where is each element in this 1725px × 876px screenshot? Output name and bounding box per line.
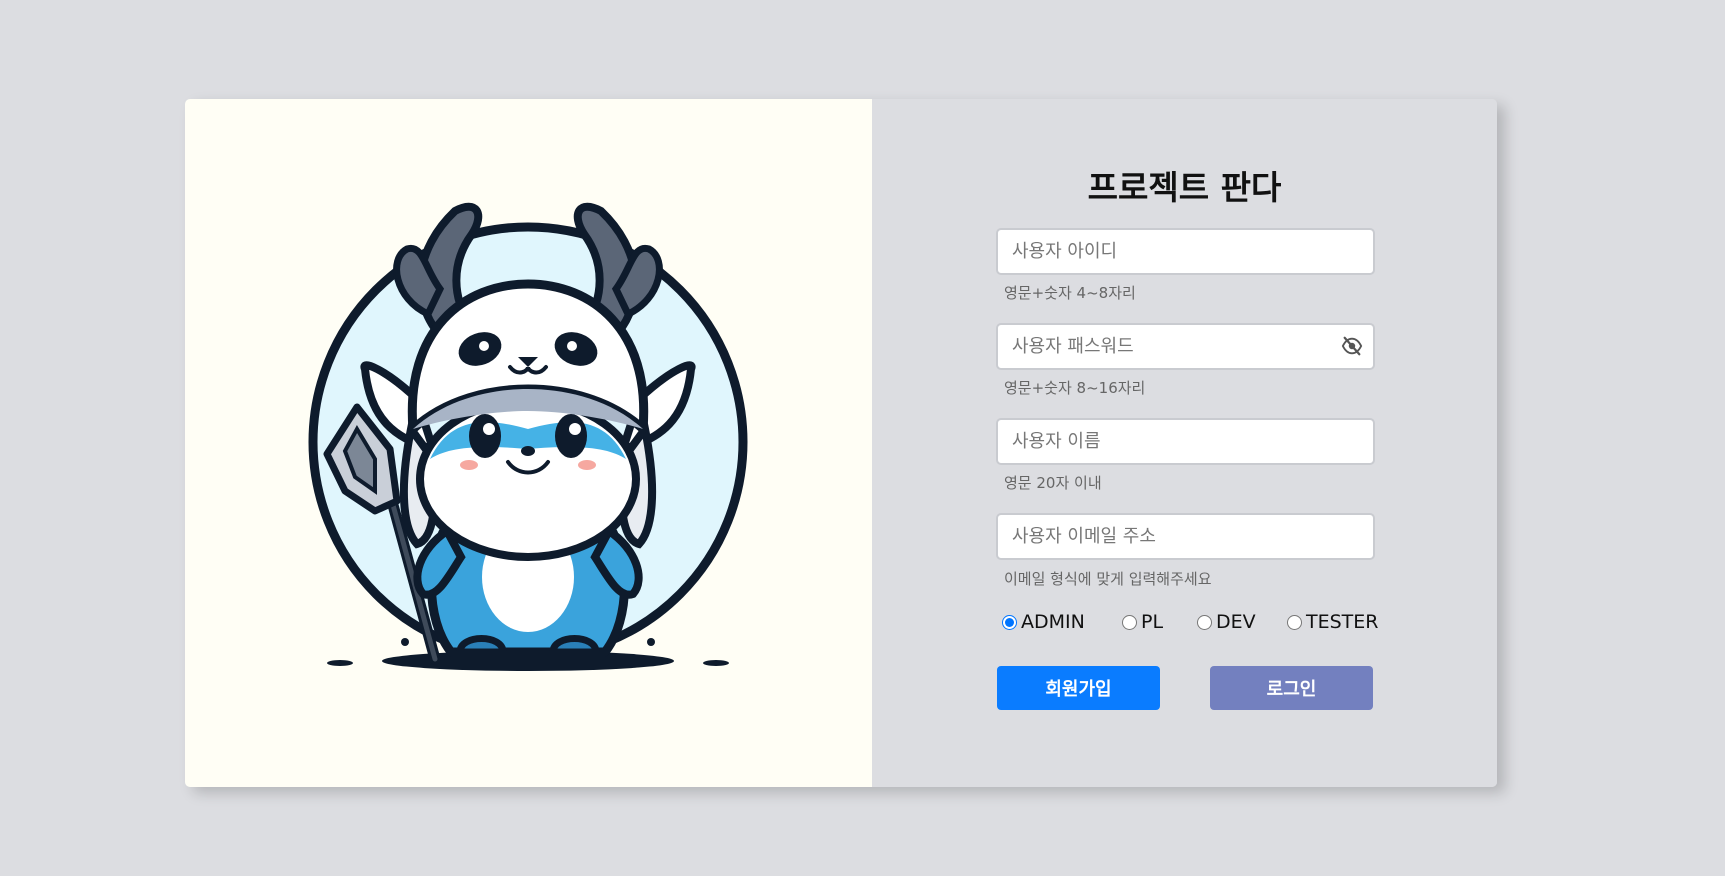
eye-slash-icon[interactable] — [1341, 335, 1363, 357]
role-label-admin: ADMIN — [1021, 611, 1085, 633]
password-hint: 영문+숫자 8~16자리 — [1004, 379, 1146, 397]
role-option-tester[interactable]: TESTER — [1287, 611, 1378, 633]
role-label-pl: PL — [1141, 611, 1164, 633]
role-radio-group: ADMIN PL DEV TESTER — [1002, 611, 1382, 637]
name-input[interactable] — [996, 418, 1375, 465]
role-option-pl[interactable]: PL — [1122, 611, 1163, 633]
role-option-admin[interactable]: ADMIN — [1002, 611, 1085, 633]
user-id-hint: 영문+숫자 4~8자리 — [1004, 284, 1136, 302]
role-option-dev[interactable]: DEV — [1197, 611, 1256, 633]
illustration-panel — [185, 99, 872, 787]
panda-deer-mascot-illustration — [308, 202, 748, 671]
name-hint: 영문 20자 이내 — [1004, 474, 1102, 492]
role-label-dev: DEV — [1216, 611, 1256, 633]
signup-button[interactable]: 회원가입 — [997, 666, 1160, 710]
user-id-input[interactable] — [996, 228, 1375, 275]
role-radio-pl[interactable] — [1122, 614, 1137, 630]
email-input[interactable] — [996, 513, 1375, 560]
role-radio-tester[interactable] — [1287, 614, 1302, 630]
role-radio-dev[interactable] — [1197, 614, 1212, 630]
login-button[interactable]: 로그인 — [1210, 666, 1373, 710]
role-radio-admin[interactable] — [1002, 614, 1017, 630]
email-hint: 이메일 형식에 맞게 입력해주세요 — [1004, 570, 1212, 588]
password-input[interactable] — [996, 323, 1375, 370]
role-label-tester: TESTER — [1306, 611, 1379, 633]
page-title: 프로젝트 판다 — [1087, 168, 1282, 207]
